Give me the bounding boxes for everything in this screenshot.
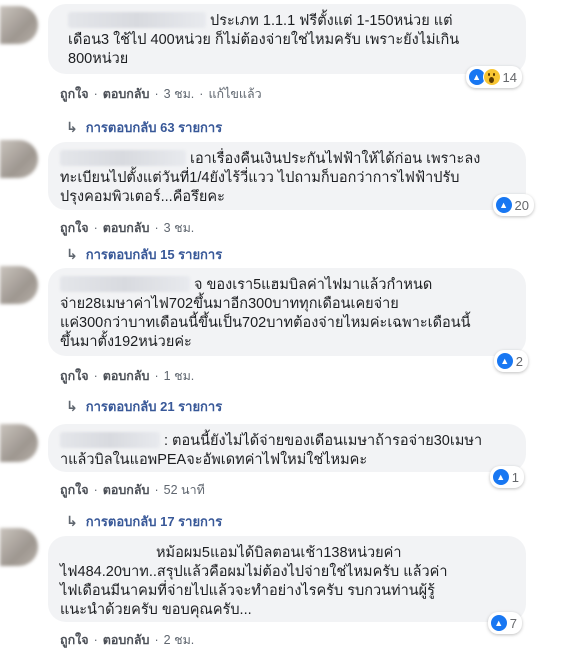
reaction-summary[interactable]: ▲ 7 bbox=[487, 612, 522, 634]
comment-text: จ ของเรา5แฮมบิลค่าไฟมาแล้วกำหนด จ่าย28เม… bbox=[60, 276, 471, 350]
comment-bubble: ประเภท 1.1.1 ฟรีตั้งแต่ 1-150หน่วย แต่ เ… bbox=[48, 4, 526, 88]
reply-link[interactable]: ตอบกลับ bbox=[103, 630, 150, 650]
comment-text: เอาเรื่องคืนเงินประกันไฟฟ้าให้ได้ก่อน เพ… bbox=[60, 150, 481, 205]
timestamp[interactable]: 2 ชม. bbox=[164, 630, 195, 650]
comment-text: ประเภท 1.1.1 ฟรีตั้งแต่ 1-150หน่วย แต่ เ… bbox=[68, 12, 460, 67]
thumbs-up-icon: ▲ bbox=[494, 196, 513, 214]
redacted-author-name bbox=[60, 432, 160, 448]
comment-actions: ถูกใจ · ตอบกลับ · 1 ชม. bbox=[60, 366, 194, 386]
like-link[interactable]: ถูกใจ bbox=[60, 480, 89, 500]
like-link[interactable]: ถูกใจ bbox=[60, 84, 89, 104]
avatar[interactable] bbox=[0, 140, 38, 178]
thumbs-up-icon: ▲ bbox=[491, 468, 510, 486]
reaction-summary[interactable]: ▲ 20 bbox=[492, 194, 534, 216]
thumbs-up-icon: ▲ bbox=[489, 614, 508, 632]
comment-line: าแล้วบิลในแอพPEAจะอัพเดทค่าไฟใหม่ใช่ไหมค… bbox=[60, 452, 368, 468]
comment-bubble: หม้อผม5แอมได้บิลตอนเช้า138หน่วยค่า ไฟ484… bbox=[48, 536, 526, 634]
view-replies-link[interactable]: ↳ การตอบกลับ 15 รายการ bbox=[66, 244, 222, 265]
redacted-author-name bbox=[68, 12, 206, 28]
reaction-count: 14 bbox=[502, 69, 517, 85]
reply-link[interactable]: ตอบกลับ bbox=[103, 366, 150, 386]
reaction-summary[interactable]: ▲ 14 bbox=[465, 66, 522, 88]
comment-bubble: : ตอนนี้ยังไม่ได้จ่ายของเดือนเมษาถ้ารอจ่… bbox=[48, 424, 526, 488]
timestamp[interactable]: 3 ชม. bbox=[164, 84, 195, 104]
comment-actions: ถูกใจ · ตอบกลับ · 2 ชม. bbox=[60, 630, 194, 650]
like-link[interactable]: ถูกใจ bbox=[60, 630, 89, 650]
like-link[interactable]: ถูกใจ bbox=[60, 218, 89, 238]
comment-text: หม้อผม5แอมได้บิลตอนเช้า138หน่วยค่า ไฟ484… bbox=[60, 544, 448, 618]
reaction-count: 1 bbox=[511, 469, 519, 485]
reply-arrow-icon: ↳ bbox=[66, 246, 78, 262]
reply-arrow-icon: ↳ bbox=[66, 513, 78, 529]
view-replies-link[interactable]: ↳ การตอบกลับ 63 รายการ bbox=[66, 117, 222, 138]
redacted-author-name bbox=[60, 150, 186, 166]
avatar[interactable] bbox=[0, 6, 38, 44]
redacted-author-name bbox=[60, 544, 152, 560]
comment-actions: ถูกใจ · ตอบกลับ · 3 ชม. · แก้ไขแล้ว bbox=[60, 84, 262, 104]
reply-link[interactable]: ตอบกลับ bbox=[103, 84, 150, 104]
reaction-count: 20 bbox=[514, 197, 529, 213]
avatar[interactable] bbox=[0, 424, 38, 462]
reply-link[interactable]: ตอบกลับ bbox=[103, 218, 150, 238]
comment-bubble: จ ของเรา5แฮมบิลค่าไฟมาแล้วกำหนด จ่าย28เม… bbox=[48, 268, 528, 372]
reaction-summary[interactable]: ▲ 1 bbox=[489, 466, 524, 488]
timestamp[interactable]: 3 ชม. bbox=[164, 218, 195, 238]
comment-text: : ตอนนี้ยังไม่ได้จ่ายของเดือนเมษาถ้ารอจ่… bbox=[60, 432, 514, 470]
redacted-author-name bbox=[60, 276, 190, 292]
timestamp[interactable]: 52 นาที bbox=[164, 480, 205, 500]
view-replies-link[interactable]: ↳ การตอบกลับ 21 รายการ bbox=[66, 396, 222, 417]
reaction-count: 7 bbox=[509, 615, 517, 631]
view-replies-link[interactable]: ↳ การตอบกลับ 17 รายการ bbox=[66, 511, 222, 532]
reply-arrow-icon: ↳ bbox=[66, 398, 78, 414]
thumbs-up-icon: ▲ bbox=[495, 352, 514, 370]
reaction-count: 2 bbox=[515, 353, 523, 369]
avatar[interactable] bbox=[0, 266, 38, 304]
timestamp[interactable]: 1 ชม. bbox=[164, 366, 195, 386]
reaction-summary[interactable]: ▲ 2 bbox=[493, 350, 528, 372]
comment-actions: ถูกใจ · ตอบกลับ · 3 ชม. bbox=[60, 218, 194, 238]
reply-link[interactable]: ตอบกลับ bbox=[103, 480, 150, 500]
comment-line: : ตอนนี้ยังไม่ได้จ่ายของเดือนเมษาถ้ารอจ่… bbox=[164, 433, 483, 449]
reply-arrow-icon: ↳ bbox=[66, 119, 78, 135]
wow-face-icon bbox=[482, 68, 501, 86]
comment-actions: ถูกใจ · ตอบกลับ · 52 นาที bbox=[60, 480, 205, 500]
comment-bubble: เอาเรื่องคืนเงินประกันไฟฟ้าให้ได้ก่อน เพ… bbox=[48, 142, 534, 216]
like-link[interactable]: ถูกใจ bbox=[60, 366, 89, 386]
edited-label[interactable]: แก้ไขแล้ว bbox=[208, 84, 261, 104]
